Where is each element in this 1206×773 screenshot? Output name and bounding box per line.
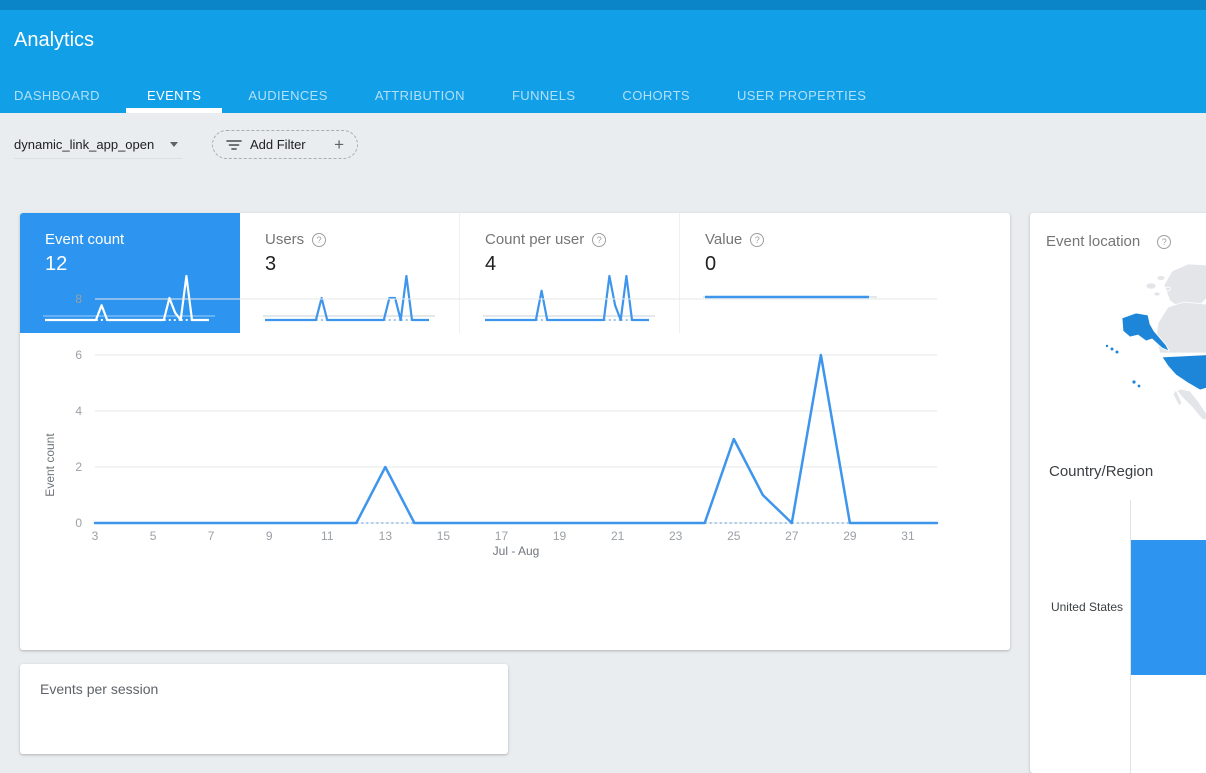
- app-header: Analytics DASHBOARD EVENTS AUDIENCES ATT…: [0, 10, 1206, 113]
- metric-label: Users: [265, 231, 304, 248]
- tab-cohorts[interactable]: COHORTS: [622, 78, 690, 113]
- event-selector-value: dynamic_link_app_open: [14, 137, 154, 152]
- event-location-card: Event location ? Country/Region United S…: [1030, 213, 1206, 773]
- country-bar-label: United States: [1030, 600, 1123, 614]
- svg-text:4: 4: [75, 404, 82, 418]
- svg-text:29: 29: [843, 529, 857, 543]
- svg-text:11: 11: [321, 529, 334, 543]
- tab-attribution[interactable]: ATTRIBUTION: [375, 78, 465, 113]
- chevron-down-icon: [170, 142, 178, 147]
- event-location-title: Event location: [1046, 233, 1140, 250]
- svg-text:27: 27: [785, 529, 799, 543]
- help-icon[interactable]: ?: [750, 233, 764, 247]
- metric-label: Event count: [45, 231, 124, 248]
- browser-top-strip: [0, 0, 1206, 10]
- chart-area: Event count 0246835791113151719212325272…: [20, 333, 1010, 650]
- tab-events[interactable]: EVENTS: [147, 78, 201, 113]
- svg-text:3: 3: [92, 529, 99, 543]
- help-icon[interactable]: ?: [592, 233, 606, 247]
- main-line-chart: 0 2 4 6 8 3 5 7 9 11 13 15 17 19 21 23 25 27 29 31 Jul - Aug: [20, 276, 1010, 566]
- svg-text:5: 5: [150, 529, 157, 543]
- add-filter-label: Add Filter: [250, 137, 306, 152]
- event-selector[interactable]: dynamic_link_app_open: [14, 131, 182, 159]
- svg-text:6: 6: [75, 348, 82, 362]
- events-per-session-title: Events per session: [40, 681, 158, 697]
- svg-text:8: 8: [75, 292, 82, 306]
- tab-user-properties[interactable]: USER PROPERTIES: [737, 78, 866, 113]
- svg-text:0: 0: [75, 516, 82, 530]
- help-icon[interactable]: ?: [1157, 235, 1171, 249]
- metric-label: Value: [705, 231, 742, 248]
- page-title: Analytics: [14, 29, 94, 52]
- north-america-map: [1092, 261, 1206, 476]
- svg-text:13: 13: [379, 529, 393, 543]
- help-icon[interactable]: ?: [312, 233, 326, 247]
- nav-tabs: DASHBOARD EVENTS AUDIENCES ATTRIBUTION F…: [14, 78, 866, 113]
- plus-icon: +: [334, 136, 344, 153]
- svg-text:17: 17: [495, 529, 509, 543]
- svg-text:25: 25: [727, 529, 741, 543]
- svg-text:Jul - Aug: Jul - Aug: [493, 544, 540, 558]
- metric-label: Count per user: [485, 231, 584, 248]
- svg-text:2: 2: [75, 460, 82, 474]
- country-region-label: Country/Region: [1049, 463, 1153, 480]
- event-metrics-card: Event count 12 Users ? 3 Count per user …: [20, 213, 1010, 650]
- events-per-session-card: Events per session: [20, 664, 508, 754]
- svg-text:19: 19: [553, 529, 567, 543]
- svg-text:31: 31: [901, 529, 915, 543]
- tab-dashboard[interactable]: DASHBOARD: [14, 78, 100, 113]
- svg-text:9: 9: [266, 529, 273, 543]
- tab-funnels[interactable]: FUNNELS: [512, 78, 575, 113]
- add-filter-button[interactable]: Add Filter +: [212, 130, 358, 159]
- svg-text:23: 23: [669, 529, 683, 543]
- svg-text:21: 21: [611, 529, 625, 543]
- tab-audiences[interactable]: AUDIENCES: [248, 78, 327, 113]
- country-bar-united-states[interactable]: [1131, 540, 1206, 675]
- filter-bar: dynamic_link_app_open Add Filter +: [14, 125, 614, 170]
- svg-text:15: 15: [437, 529, 451, 543]
- svg-text:7: 7: [208, 529, 215, 543]
- filter-icon: [226, 138, 242, 152]
